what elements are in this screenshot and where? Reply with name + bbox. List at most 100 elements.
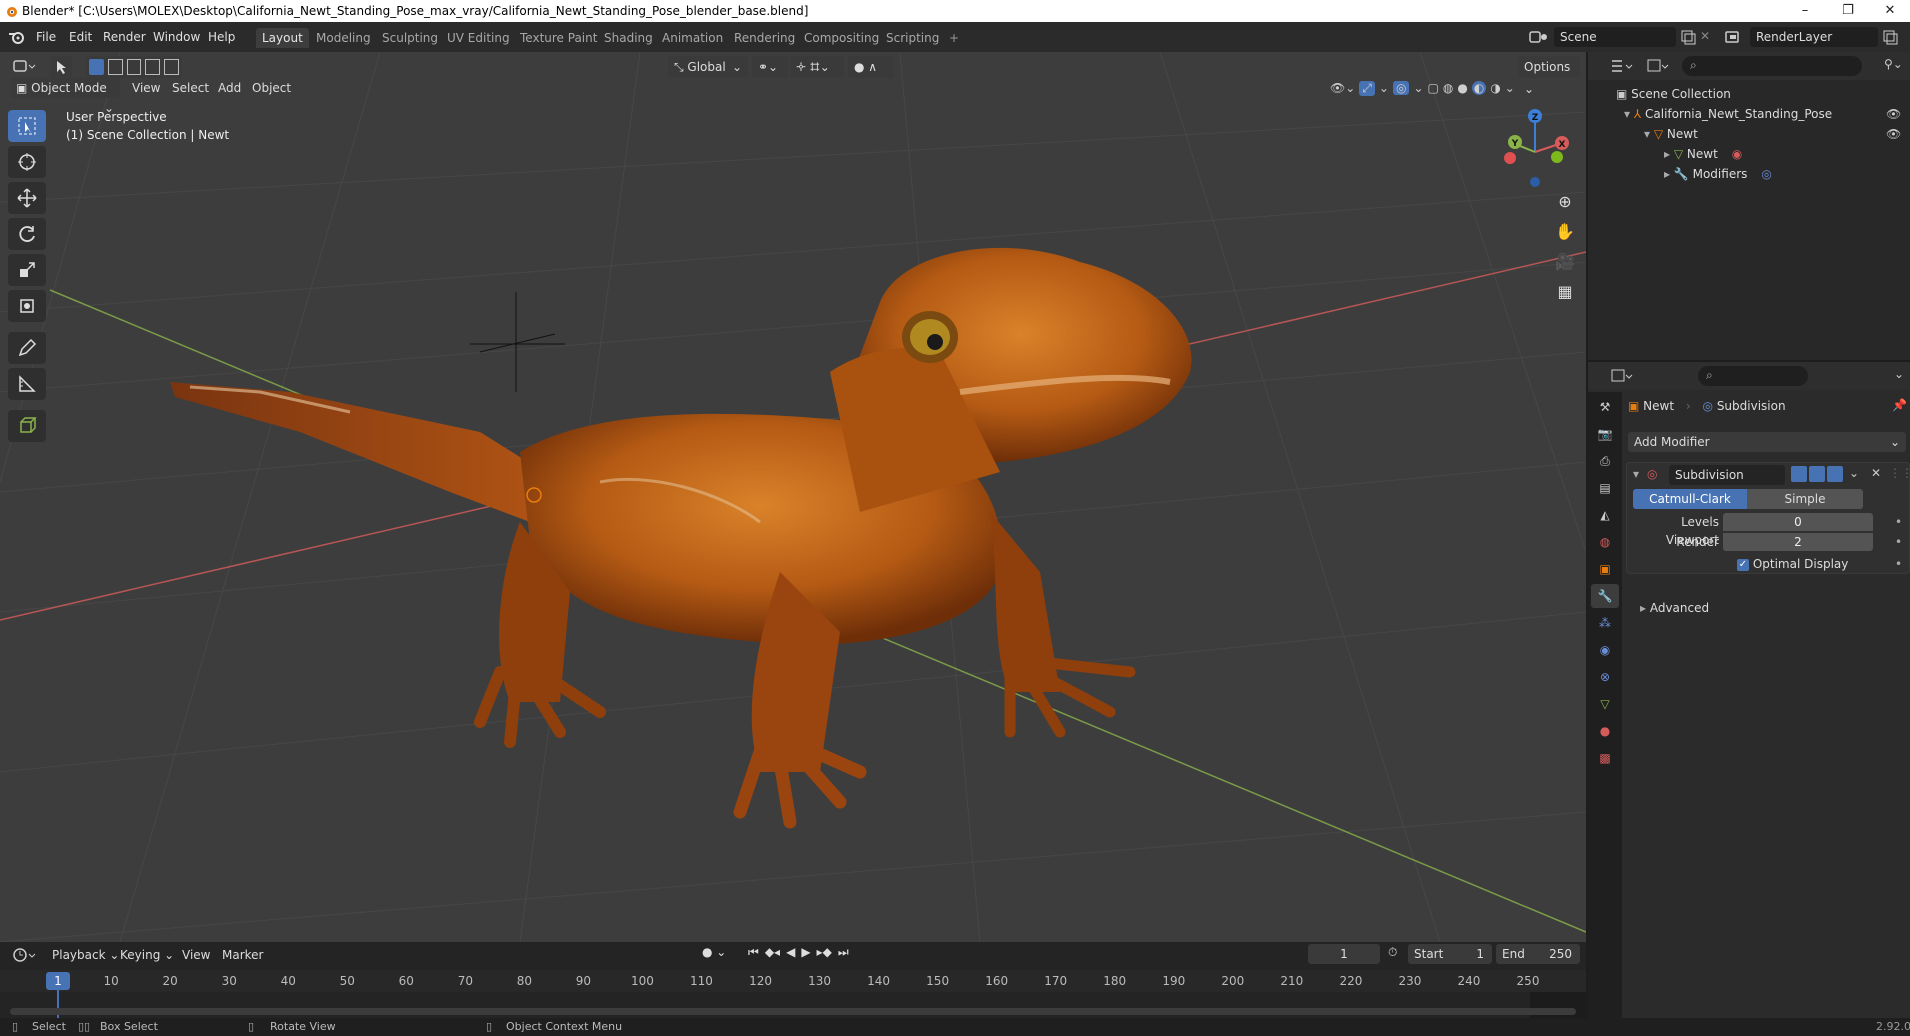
viewport-menu-add[interactable]: Add <box>218 78 241 98</box>
catmull-clark-button[interactable]: Catmull-Clark <box>1633 489 1747 509</box>
jump-start-icon[interactable]: ⏮ <box>748 945 759 960</box>
timeline-menu-view[interactable]: View <box>182 945 210 965</box>
measure-tool[interactable] <box>8 368 46 400</box>
record-button[interactable]: ● ⌄ <box>702 945 726 959</box>
timeline-menu-keying[interactable]: Keying ⌄ <box>120 945 174 965</box>
menu-file[interactable]: File <box>34 28 58 46</box>
tab-texture-paint[interactable]: Texture Paint <box>514 28 603 48</box>
end-frame-field[interactable]: End 250 <box>1496 944 1580 964</box>
add-modifier-dropdown[interactable]: Add Modifier ⌄ <box>1628 432 1906 452</box>
expand-arrow-icon[interactable]: ▸ <box>1664 167 1674 181</box>
properties-editor-type-icon[interactable] <box>1610 367 1640 385</box>
navigation-gizmo[interactable]: Z X Y <box>1504 109 1569 187</box>
menu-window[interactable]: Window <box>151 28 202 46</box>
add-workspace-button[interactable]: + <box>943 28 965 48</box>
menu-edit[interactable]: Edit <box>67 28 94 46</box>
tab-output[interactable]: ⎙ <box>1591 449 1619 473</box>
expand-arrow-icon[interactable]: ▾ <box>1624 107 1634 121</box>
chevron-down-icon[interactable]: ⌄ <box>1894 367 1904 381</box>
close-window-button[interactable]: ✕ <box>1870 0 1910 22</box>
restore-button[interactable]: ❐ <box>1828 0 1868 22</box>
ortho-grid-icon[interactable]: ▦ <box>1550 282 1580 312</box>
modifier-name-field[interactable]: Subdivision <box>1669 465 1785 485</box>
new-scene-icon[interactable] <box>1680 29 1696 45</box>
next-keyframe-icon[interactable]: ▸◆ <box>817 945 832 960</box>
tab-physics[interactable]: ◉ <box>1591 638 1619 662</box>
tab-world[interactable]: ◍ <box>1591 530 1619 554</box>
zoom-icon[interactable]: ⊕ <box>1550 192 1580 222</box>
expand-arrow-icon[interactable]: ▾ <box>1644 127 1654 141</box>
tab-object[interactable]: ▣ <box>1591 557 1619 581</box>
add-cube-tool[interactable] <box>8 410 46 442</box>
orientation-dropdown[interactable]: ⤡ Global ⌄ <box>668 56 748 78</box>
advanced-subpanel-header[interactable]: ▸ Advanced <box>1640 598 1709 618</box>
viewport-menu-view[interactable]: View <box>132 78 160 98</box>
renderlayer-field[interactable]: RenderLayer <box>1750 27 1878 47</box>
xray-toggle-icon[interactable]: ▢ <box>1428 81 1439 95</box>
chevron-down-icon[interactable]: ⌄ <box>1413 81 1423 95</box>
tab-modifiers[interactable]: 🔧 <box>1591 584 1619 608</box>
select-intersect-icon[interactable] <box>164 59 179 75</box>
timeline-menu-playback[interactable]: Playback ⌄ <box>52 945 119 965</box>
snap-button[interactable]: 🝊 ⌗⌄ <box>790 56 844 78</box>
empty-object-cross[interactable] <box>470 292 565 392</box>
viewport-menu-select[interactable]: Select <box>172 78 209 98</box>
scale-tool[interactable] <box>8 254 46 286</box>
tab-texture[interactable]: ▩ <box>1591 746 1619 770</box>
renderlayer-browse-icon[interactable] <box>1724 29 1748 45</box>
edit-mode-toggle-icon[interactable] <box>1791 466 1807 482</box>
outliner-editor-type-icon[interactable] <box>1610 57 1640 75</box>
timeline-menu-marker[interactable]: Marker <box>222 945 263 965</box>
tab-compositing[interactable]: Compositing <box>798 28 885 48</box>
wireframe-shading-icon[interactable]: ◍ <box>1443 81 1453 95</box>
viewport-scene[interactable]: Z X Y <box>0 52 1586 942</box>
tab-constraints[interactable]: ⊗ <box>1591 665 1619 689</box>
rotate-tool[interactable] <box>8 218 46 250</box>
select-tool-mode[interactable] <box>50 56 72 78</box>
pivot-point-button[interactable]: ⚭⌄ <box>752 56 788 78</box>
outliner-search-input[interactable]: ⌕ <box>1682 56 1862 76</box>
tab-uv-editing[interactable]: UV Editing <box>441 28 516 48</box>
select-invert-icon[interactable] <box>145 59 161 75</box>
tab-shading[interactable]: Shading <box>598 28 659 48</box>
cursor-tool[interactable] <box>8 146 46 178</box>
timeline-scrollbar[interactable] <box>10 1008 1576 1015</box>
overlay-toggle-icon[interactable]: ◎ <box>1392 81 1410 95</box>
display-mode-icon[interactable] <box>1646 57 1676 75</box>
simple-button[interactable]: Simple <box>1747 489 1863 509</box>
gizmo-toggle-icon[interactable]: ⤢ <box>1359 80 1375 96</box>
render-toggle-icon[interactable] <box>1827 466 1843 482</box>
tab-animation[interactable]: Animation <box>656 28 729 48</box>
solid-shading-icon[interactable]: ● <box>1457 81 1467 95</box>
select-extend-icon[interactable] <box>107 59 123 75</box>
pan-hand-icon[interactable]: ✋ <box>1550 222 1580 252</box>
filter-icon[interactable]: ⚲⌄ <box>1884 57 1903 71</box>
tab-scripting[interactable]: Scripting <box>880 28 945 48</box>
minimize-button[interactable]: – <box>1785 0 1825 22</box>
tab-view-layer[interactable]: ▤ <box>1591 476 1619 500</box>
outliner-row-california-newt[interactable]: ▾ ⅄ California_Newt_Standing_Pose 👁 <box>1624 104 1910 124</box>
newt-model[interactable] <box>170 247 1192 829</box>
chevron-down-icon[interactable]: ⌄ <box>1505 81 1515 95</box>
tab-material[interactable]: ● <box>1591 719 1619 743</box>
keyframe-dot-icon[interactable]: • <box>1895 515 1902 529</box>
scene-browse-icon[interactable] <box>1528 29 1552 45</box>
selection-mode-buttons[interactable] <box>86 56 182 78</box>
levels-viewport-field[interactable]: 0 <box>1723 513 1873 531</box>
outliner-row-newt-object[interactable]: ▾ ▽ Newt 👁 <box>1644 124 1910 144</box>
tab-layout[interactable]: Layout <box>256 28 309 48</box>
delete-scene-icon[interactable]: ✕ <box>1700 29 1710 43</box>
outliner-row-scene-collection[interactable]: ▣ Scene Collection <box>1616 84 1731 104</box>
menu-help[interactable]: Help <box>206 28 237 46</box>
new-renderlayer-icon[interactable] <box>1882 29 1898 45</box>
tab-scene[interactable]: ◭ <box>1591 503 1619 527</box>
optimal-display-checkbox[interactable]: ✓ Optimal Display <box>1737 555 1848 573</box>
drag-handle-icon[interactable]: ⋮⋮ <box>1889 466 1910 480</box>
tab-rendering[interactable]: Rendering <box>728 28 801 48</box>
tab-sculpting[interactable]: Sculpting <box>376 28 444 48</box>
outliner-row-newt-mesh[interactable]: ▸ ▽ Newt ◉ <box>1664 144 1742 164</box>
pin-icon[interactable]: 📌 <box>1892 398 1907 412</box>
start-frame-field[interactable]: Start 1 <box>1408 944 1492 964</box>
visibility-eye-icon[interactable]: 👁 <box>1886 104 1901 124</box>
timeline-editor-type-icon[interactable] <box>12 946 40 964</box>
